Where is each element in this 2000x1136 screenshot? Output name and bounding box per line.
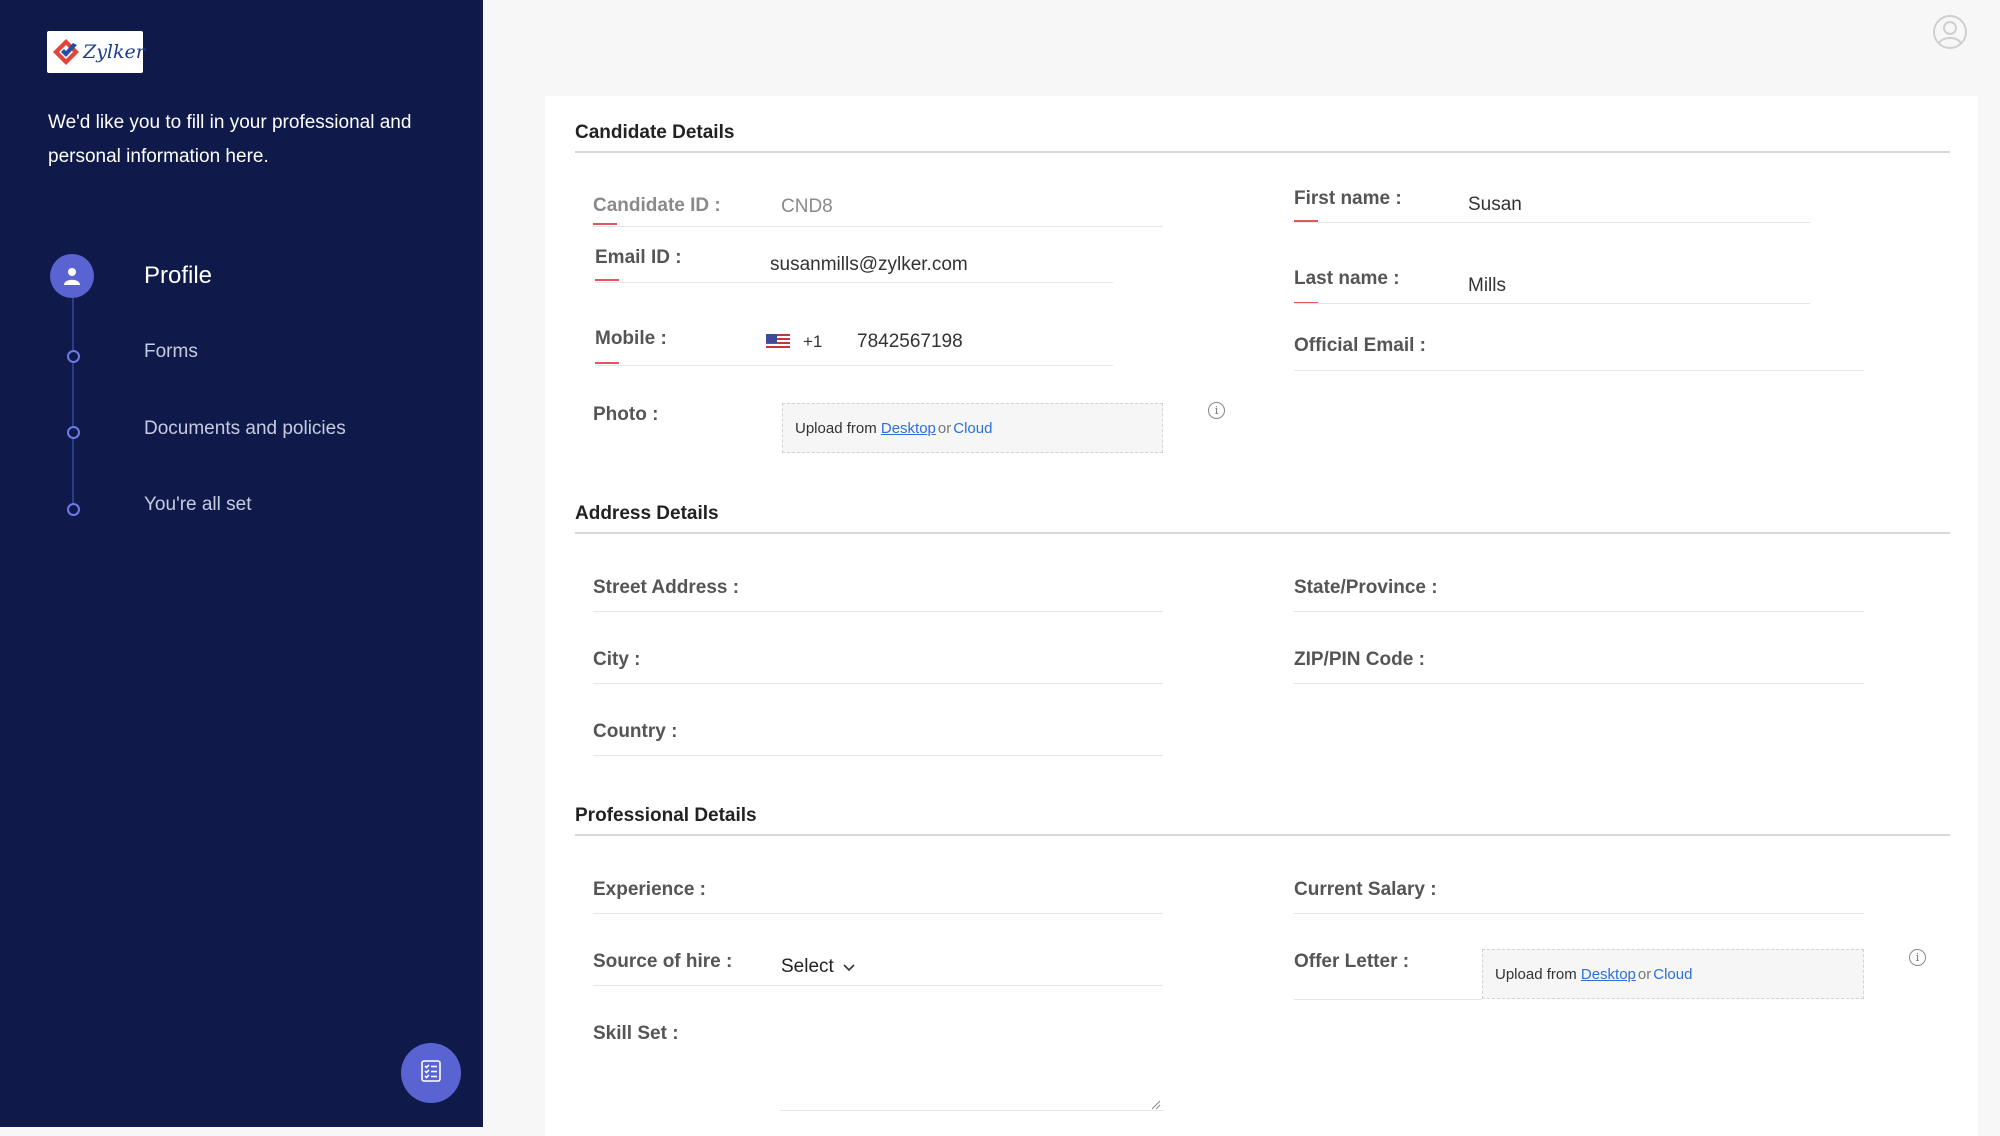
source-of-hire-label: Source of hire : bbox=[593, 951, 733, 972]
candidate-id-label: Candidate ID : bbox=[593, 195, 721, 216]
first-name-field[interactable]: Susan bbox=[1468, 194, 1522, 216]
upload-cloud-link[interactable]: Cloud bbox=[1653, 966, 1692, 983]
source-of-hire-select[interactable]: Select bbox=[781, 956, 856, 978]
experience-label: Experience : bbox=[593, 879, 706, 900]
street-address-label: Street Address : bbox=[593, 577, 740, 598]
upload-or: or bbox=[937, 419, 952, 437]
zip-code-field[interactable] bbox=[1294, 683, 1864, 684]
required-marker bbox=[595, 279, 619, 281]
skill-set-textarea[interactable] bbox=[780, 1110, 1163, 1111]
step-documents[interactable]: Documents and policies bbox=[144, 418, 346, 440]
address-details-title: Address Details bbox=[575, 503, 719, 524]
required-marker bbox=[595, 362, 619, 364]
skill-set-label: Skill Set : bbox=[593, 1023, 679, 1044]
upload-prefix: Upload from bbox=[1495, 965, 1577, 983]
first-name-underline bbox=[1294, 222, 1810, 223]
required-marker bbox=[593, 223, 617, 225]
email-underline bbox=[595, 282, 1113, 283]
step-all-set-dot bbox=[67, 503, 80, 516]
professional-details-title: Professional Details bbox=[575, 805, 757, 826]
zylker-logo: Zylker bbox=[47, 31, 145, 73]
state-province-field[interactable] bbox=[1294, 611, 1864, 612]
mobile-field[interactable]: 7842567198 bbox=[857, 331, 963, 353]
current-salary-field[interactable] bbox=[1294, 913, 1864, 914]
photo-upload-area[interactable]: Upload from Desktop or Cloud bbox=[782, 403, 1163, 453]
logo-mark-icon bbox=[51, 37, 81, 67]
offer-letter-upload-area[interactable]: Upload from Desktop or Cloud bbox=[1482, 949, 1864, 999]
country-label: Country : bbox=[593, 721, 678, 742]
step-forms[interactable]: Forms bbox=[144, 341, 198, 363]
source-of-hire-value: Select bbox=[781, 956, 834, 977]
address-details-rule bbox=[575, 532, 1950, 534]
professional-details-rule bbox=[575, 834, 1950, 836]
email-label: Email ID : bbox=[595, 247, 682, 268]
upload-cloud-link[interactable]: Cloud bbox=[953, 420, 992, 437]
step-documents-dot bbox=[67, 426, 80, 439]
sidebar: Zylker We'd like you to fill in your pro… bbox=[0, 0, 483, 1127]
user-avatar-icon[interactable] bbox=[1932, 14, 1968, 50]
intro-text: We'd like you to fill in your profession… bbox=[48, 112, 412, 167]
email-field[interactable]: susanmills@zylker.com bbox=[770, 254, 968, 276]
source-of-hire-underline bbox=[593, 985, 1163, 986]
steps-connector bbox=[72, 290, 74, 506]
photo-label: Photo : bbox=[593, 404, 659, 425]
profile-step-icon bbox=[50, 254, 94, 298]
info-icon[interactable]: i bbox=[1909, 949, 1926, 966]
resize-handle-icon[interactable] bbox=[1151, 1097, 1161, 1110]
step-all-set[interactable]: You're all set bbox=[144, 494, 252, 516]
candidate-id-underline bbox=[593, 226, 1163, 227]
candidate-details-title: Candidate Details bbox=[575, 122, 735, 143]
upload-prefix: Upload from bbox=[795, 419, 877, 437]
last-name-field[interactable]: Mills bbox=[1468, 275, 1506, 297]
mobile-country-code[interactable]: +1 bbox=[803, 332, 822, 352]
last-name-label: Last name : bbox=[1294, 268, 1400, 289]
official-email-field[interactable] bbox=[1294, 370, 1864, 371]
us-flag-icon[interactable] bbox=[766, 334, 790, 355]
candidate-id-value: CND8 bbox=[781, 196, 833, 217]
country-field[interactable] bbox=[593, 755, 1163, 756]
checklist-button[interactable] bbox=[401, 1043, 461, 1103]
last-name-underline bbox=[1294, 303, 1810, 304]
upload-or: or bbox=[1637, 965, 1652, 983]
upload-desktop-link[interactable]: Desktop bbox=[1581, 966, 1636, 983]
street-address-field[interactable] bbox=[593, 611, 1163, 612]
offer-letter-label: Offer Letter : bbox=[1294, 951, 1410, 972]
info-icon[interactable]: i bbox=[1208, 402, 1225, 419]
step-forms-dot bbox=[67, 350, 80, 363]
candidate-details-rule bbox=[575, 151, 1950, 153]
official-email-label: Official Email : bbox=[1294, 335, 1426, 356]
chevron-down-icon bbox=[842, 962, 856, 972]
logo-text: Zylker bbox=[83, 41, 145, 63]
state-province-label: State/Province : bbox=[1294, 577, 1438, 598]
current-salary-label: Current Salary : bbox=[1294, 879, 1437, 900]
experience-field[interactable] bbox=[593, 913, 1163, 914]
city-label: City : bbox=[593, 649, 641, 670]
offer-letter-underline bbox=[1294, 999, 1482, 1000]
checklist-icon bbox=[419, 1059, 443, 1088]
city-field[interactable] bbox=[593, 683, 1163, 684]
first-name-label: First name : bbox=[1294, 188, 1402, 209]
step-profile[interactable]: Profile bbox=[144, 262, 212, 290]
upload-desktop-link[interactable]: Desktop bbox=[881, 420, 936, 437]
mobile-label: Mobile : bbox=[595, 328, 667, 349]
zip-code-label: ZIP/PIN Code : bbox=[1294, 649, 1425, 670]
mobile-underline bbox=[595, 365, 1113, 366]
